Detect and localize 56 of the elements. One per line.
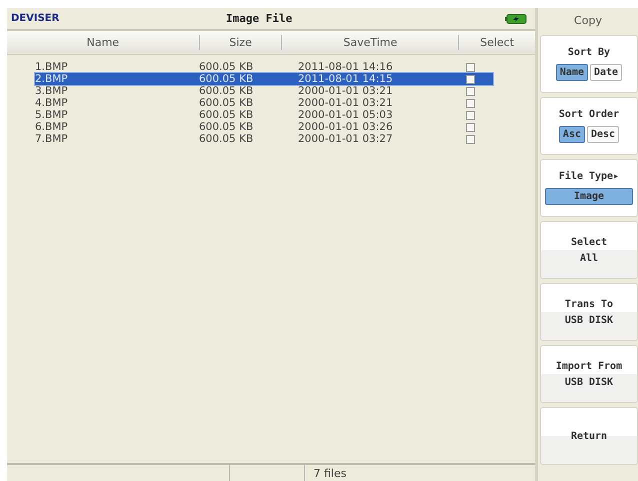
table-cell: 4.BMP	[35, 97, 68, 109]
option-button[interactable]: Desc	[586, 126, 620, 143]
softkey-label: Sort Order	[558, 109, 620, 120]
option-button[interactable]: Asc	[558, 126, 585, 143]
softkey-button[interactable]: Trans To USB DISK	[540, 283, 638, 341]
file-row[interactable]: 2.BMP 600.05 KB 2011-08-01 14:15	[35, 73, 493, 85]
option-button[interactable]: Name	[556, 64, 588, 81]
file-row[interactable]: 7.BMP 600.05 KB 2000-01-01 03:27	[35, 133, 493, 145]
column-header[interactable]: Select	[459, 35, 536, 50]
table-cell: 7.BMP	[35, 133, 68, 145]
window-title: Image File	[226, 12, 292, 25]
table-cell: 2000-01-01 03:26	[298, 121, 393, 133]
file-count: 7 files	[313, 466, 346, 480]
table-cell: 600.05 KB	[199, 133, 254, 145]
table-cell: 600.05 KB	[199, 121, 254, 133]
file-row[interactable]: 3.BMP 600.05 KB 2000-01-01 03:21	[35, 85, 493, 97]
checkbox[interactable]	[466, 98, 475, 108]
option-button[interactable]: Date	[590, 64, 622, 81]
checkbox[interactable]	[466, 134, 475, 144]
table-cell: 2.BMP	[35, 73, 68, 85]
battery-icon	[505, 14, 527, 24]
softkey-button[interactable]: Return	[540, 407, 638, 465]
file-row[interactable]: 5.BMP 600.05 KB 2000-01-01 05:03	[35, 109, 493, 121]
table-cell: 3.BMP	[35, 85, 68, 97]
softkey-label: File Type▸	[558, 171, 620, 182]
option-button[interactable]: Image	[545, 188, 633, 205]
checkbox[interactable]	[466, 62, 475, 72]
table-cell: 2000-01-01 03:21	[298, 97, 393, 109]
table-cell: 2011-08-01 14:16	[298, 61, 393, 73]
column-header[interactable]: SaveTime	[282, 35, 460, 50]
checkbox[interactable]	[466, 110, 475, 120]
table-cell: 600.05 KB	[199, 61, 254, 73]
table-cell: 2000-01-01 03:27	[298, 133, 393, 145]
file-row[interactable]: 1.BMP 600.05 KB 2011-08-01 14:16	[35, 61, 493, 73]
checkbox[interactable]	[466, 74, 475, 84]
table-cell: 2011-08-01 14:15	[298, 73, 393, 85]
menu-title: Copy	[574, 14, 602, 27]
table-cell: 600.05 KB	[199, 109, 254, 121]
checkbox[interactable]	[466, 86, 475, 96]
table-cell: 600.05 KB	[199, 97, 254, 109]
file-row[interactable]: 4.BMP 600.05 KB 2000-01-01 03:21	[35, 97, 493, 109]
column-header[interactable]: Size	[200, 35, 282, 50]
softkey-button[interactable]: Select All	[540, 221, 638, 279]
table-cell: 2000-01-01 03:21	[298, 85, 393, 97]
softkey-label: Sort By	[568, 47, 610, 58]
table-cell: 600.05 KB	[199, 73, 254, 85]
checkbox[interactable]	[466, 122, 475, 132]
softkey-button[interactable]: Import From USB DISK	[540, 345, 638, 403]
logo: DEVISER	[11, 13, 60, 24]
table-cell: 6.BMP	[35, 121, 68, 133]
table-cell: 600.05 KB	[199, 85, 254, 97]
column-header[interactable]: Name	[7, 35, 200, 50]
file-row[interactable]: 6.BMP 600.05 KB 2000-01-01 03:26	[35, 121, 493, 133]
table-cell: 2000-01-01 05:03	[298, 109, 393, 121]
table-cell: 5.BMP	[35, 109, 68, 121]
table-cell: 1.BMP	[35, 61, 68, 73]
